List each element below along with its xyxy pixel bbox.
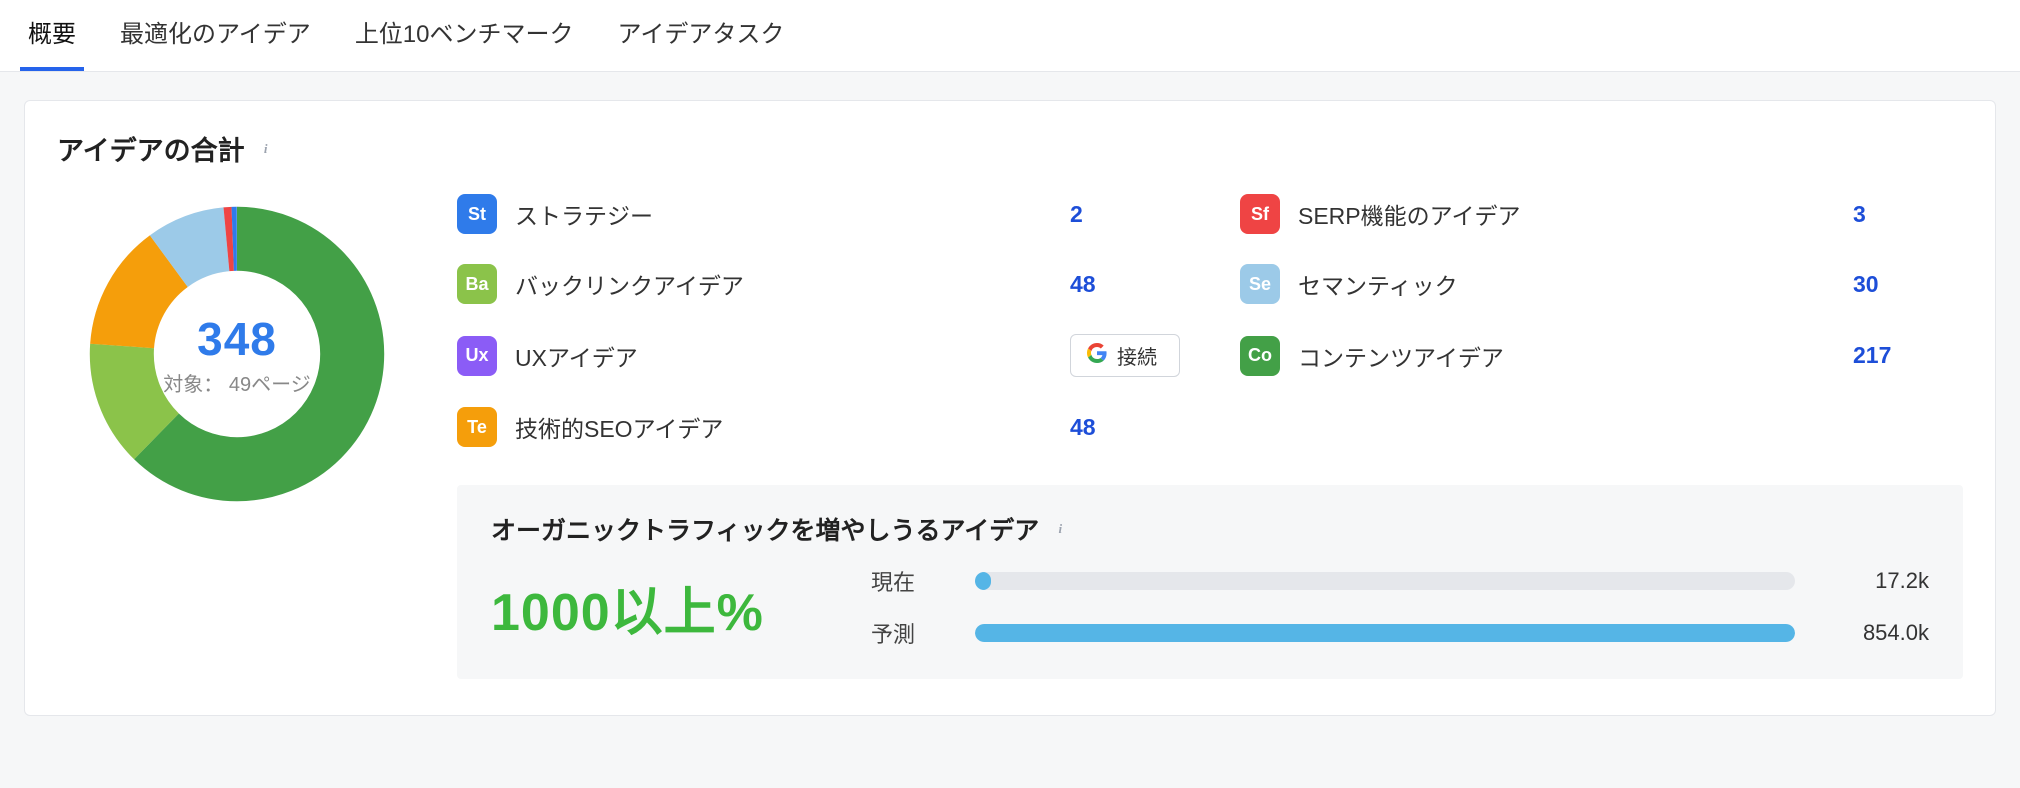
connect-google-button[interactable]: 接続 [1070,334,1180,377]
badge-co: Co [1240,336,1280,376]
idea-label: ストラテジー [515,197,815,231]
idea-value: 217 [1853,342,1963,369]
tab-top10-benchmark[interactable]: 上位10ベンチマーク [347,0,582,71]
idea-content[interactable]: Co コンテンツアイデア 217 [1240,334,1963,377]
traffic-row-current: 現在 17.2k [871,565,1929,597]
idea-label: 技術的SEOアイデア [515,410,815,444]
badge-ba: Ba [457,264,497,304]
traffic-bars: 現在 17.2k 予測 854. [871,565,1929,649]
idea-serp-features[interactable]: Sf SERP機能のアイデア 3 [1240,194,1963,234]
idea-value: 48 [1070,414,1180,441]
google-icon [1087,343,1107,369]
idea-value: 30 [1853,271,1963,298]
traffic-growth-box: オーガニックトラフィックを増やしうるアイデア i 1000以上% 現在 17.2… [457,485,1963,679]
idea-grid: St ストラテジー 2 Sf SERP機能のアイデア 3 Ba バックリンクアイ… [457,194,1963,447]
donut-subtitle: 対象： 49ページ [163,368,310,397]
traffic-row-forecast: 予測 854.0k [871,617,1929,649]
tab-overview[interactable]: 概要 [20,0,84,71]
idea-value: 2 [1070,201,1180,228]
panel-wrap: アイデアの合計 i [0,72,2020,744]
bar-fill-current [975,572,991,590]
info-icon[interactable]: i [257,140,275,158]
idea-value: 48 [1070,271,1180,298]
bar-track-forecast [975,624,1795,642]
bar-fill-forecast [975,624,1795,642]
idea-label: バックリンクアイデア [515,267,815,301]
donut-column: 348 対象： 49ページ [57,194,417,514]
donut-center: 348 対象： 49ページ [77,194,397,514]
connect-label: 接続 [1117,341,1157,370]
tab-optimization-ideas[interactable]: 最適化のアイデア [112,0,319,71]
right-column: St ストラテジー 2 Sf SERP機能のアイデア 3 Ba バックリンクアイ… [457,194,1963,679]
idea-label: UXアイデア [515,339,815,373]
idea-value: 3 [1853,201,1963,228]
main-row: 348 対象： 49ページ St ストラテジー 2 Sf SE [57,194,1963,679]
badge-ux: Ux [457,336,497,376]
badge-te: Te [457,407,497,447]
traffic-body: 1000以上% 現在 17.2k 予測 [491,565,1929,649]
info-icon[interactable]: i [1051,520,1069,538]
card-title-row: アイデアの合計 i [57,129,1963,168]
traffic-title: オーガニックトラフィックを増やしうるアイデア [491,511,1039,547]
idea-strategy[interactable]: St ストラテジー 2 [457,194,1180,234]
traffic-title-row: オーガニックトラフィックを増やしうるアイデア i [491,511,1929,547]
bar-track-current [975,572,1795,590]
total-ideas-card: アイデアの合計 i [24,100,1996,716]
idea-semantic[interactable]: Se セマンティック 30 [1240,264,1963,304]
tab-idea-tasks[interactable]: アイデアタスク [610,0,793,71]
badge-se: Se [1240,264,1280,304]
idea-ux[interactable]: Ux UXアイデア 接続 [457,334,1180,377]
bar-label: 現在 [871,565,951,597]
donut-total: 348 [197,312,277,366]
donut-chart: 348 対象： 49ページ [77,194,397,514]
idea-technical-seo[interactable]: Te 技術的SEOアイデア 48 [457,407,1180,447]
tab-bar: 概要 最適化のアイデア 上位10ベンチマーク アイデアタスク [0,0,2020,72]
idea-label: コンテンツアイデア [1298,339,1598,373]
badge-sf: Sf [1240,194,1280,234]
bar-label: 予測 [871,617,951,649]
bar-value: 17.2k [1819,568,1929,594]
idea-label: SERP機能のアイデア [1298,197,1598,231]
badge-st: St [457,194,497,234]
card-title: アイデアの合計 [57,129,245,168]
traffic-percent: 1000以上% [491,570,831,645]
bar-value: 854.0k [1819,620,1929,646]
idea-label: セマンティック [1298,267,1598,301]
idea-backlinks[interactable]: Ba バックリンクアイデア 48 [457,264,1180,304]
